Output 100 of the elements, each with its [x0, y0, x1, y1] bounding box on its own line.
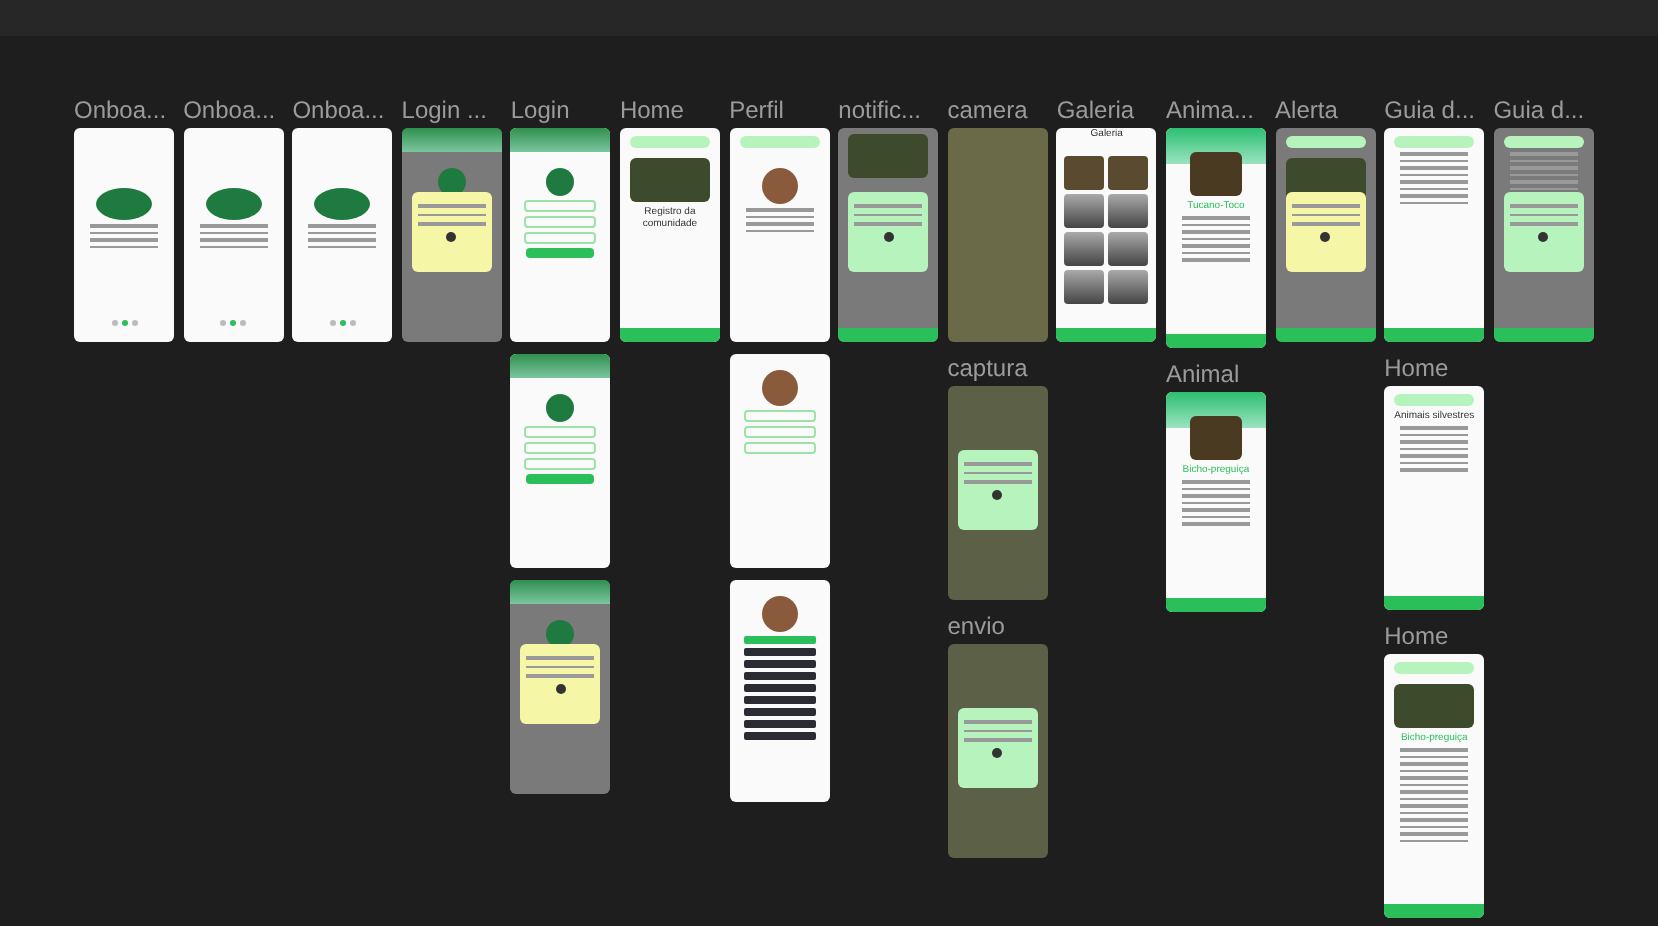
foliage-banner [510, 580, 611, 604]
text-line [1509, 204, 1578, 207]
text-line [963, 729, 1032, 732]
text-line [1400, 426, 1469, 429]
text-line [1400, 152, 1469, 155]
text-line [854, 213, 923, 216]
text-line [417, 204, 486, 207]
text-line [417, 222, 486, 225]
text-line [963, 471, 1032, 474]
menu-item [743, 636, 816, 644]
text-line [745, 229, 814, 232]
primary-button [526, 474, 595, 484]
nav-bar [1056, 328, 1157, 342]
photo-placeholder [1189, 152, 1242, 196]
text-line [1509, 213, 1578, 216]
text-line [417, 213, 486, 216]
text-line [963, 738, 1032, 741]
text-line [1181, 480, 1250, 483]
text-line [1400, 440, 1469, 443]
frame-label[interactable]: Alerta [1275, 96, 1376, 124]
input-field [524, 458, 597, 470]
text-line [308, 238, 377, 241]
text-line [526, 656, 595, 659]
header-pill [1285, 136, 1366, 148]
photo-placeholder [1394, 684, 1475, 728]
text-line [1400, 783, 1469, 786]
text-line [1181, 494, 1250, 497]
frame-label[interactable]: Anima... [1165, 96, 1266, 124]
text-line [1400, 201, 1469, 204]
frame-label[interactable]: envio [947, 612, 1048, 640]
text-line [1400, 762, 1469, 765]
phone-screen[interactable] [1275, 128, 1376, 342]
page-dots [329, 320, 356, 326]
frame-label[interactable]: Home [1384, 622, 1485, 650]
frame-label[interactable]: Login ... [401, 96, 502, 124]
text-line [1400, 804, 1469, 807]
avatar-circle [761, 596, 798, 632]
text-line [963, 480, 1032, 483]
text-line [1181, 487, 1250, 490]
gallery-tile [1108, 232, 1149, 266]
nav-bar [1384, 596, 1485, 610]
frame-label[interactable]: Guia d... [1493, 96, 1594, 124]
frame-label[interactable]: Onboa... [292, 96, 393, 124]
header-pill [1503, 136, 1584, 148]
header-pill [1394, 136, 1475, 148]
text-line [90, 245, 158, 248]
text-line [1400, 825, 1469, 828]
frame-label[interactable]: Perfil [729, 96, 830, 124]
text-line [1181, 258, 1250, 261]
frame-label[interactable]: Galeria [1056, 96, 1157, 124]
menu-item [743, 672, 816, 680]
text-line [963, 720, 1032, 723]
input-field [524, 426, 597, 438]
text-line [526, 665, 595, 668]
nav-bar [838, 328, 939, 342]
nav-bar [1493, 328, 1594, 342]
text-line [199, 238, 268, 241]
text-line [1291, 204, 1360, 207]
text-line [854, 204, 923, 207]
illustration-blob [314, 188, 371, 220]
page-dots [220, 320, 247, 326]
menu-item [743, 708, 816, 716]
frame-label[interactable]: camera [947, 96, 1048, 124]
input-field [743, 442, 816, 454]
text-line [199, 224, 268, 227]
text-line [1181, 244, 1250, 247]
phone-screen[interactable] [729, 580, 830, 802]
nav-bar [1275, 328, 1376, 342]
text-line [199, 245, 268, 248]
avatar-circle [761, 370, 798, 406]
text-line [1400, 187, 1469, 190]
page-dots [111, 320, 137, 326]
frame-label[interactable]: Guia d... [1384, 96, 1485, 124]
text-line [1400, 447, 1469, 450]
nav-bar [1165, 598, 1266, 612]
frame-label[interactable]: captura [947, 354, 1048, 382]
frame-label[interactable]: Login [510, 96, 611, 124]
frame-label[interactable]: Animal [1165, 360, 1266, 388]
frame-label[interactable]: Home [619, 96, 720, 124]
input-field [524, 200, 597, 212]
text-line [1400, 433, 1469, 436]
foliage-banner [510, 354, 611, 378]
text-line [1181, 223, 1250, 226]
header-pill [1394, 662, 1475, 674]
text-line [1400, 461, 1469, 464]
phone-screen[interactable] [838, 128, 939, 342]
frame-label[interactable]: Onboa... [183, 96, 284, 124]
frame-label[interactable]: Onboa... [74, 96, 174, 124]
text-line [1509, 187, 1578, 190]
gallery-tile [1064, 156, 1105, 190]
input-field [524, 232, 597, 244]
input-field [524, 216, 597, 228]
frame-label[interactable]: notific... [838, 96, 939, 124]
text-line [1400, 755, 1469, 758]
text-line [1400, 468, 1469, 471]
text-line [308, 231, 377, 234]
text-line [854, 222, 923, 225]
text-line [1400, 159, 1469, 162]
text-line [1400, 180, 1469, 183]
frame-label[interactable]: Home [1384, 354, 1485, 382]
